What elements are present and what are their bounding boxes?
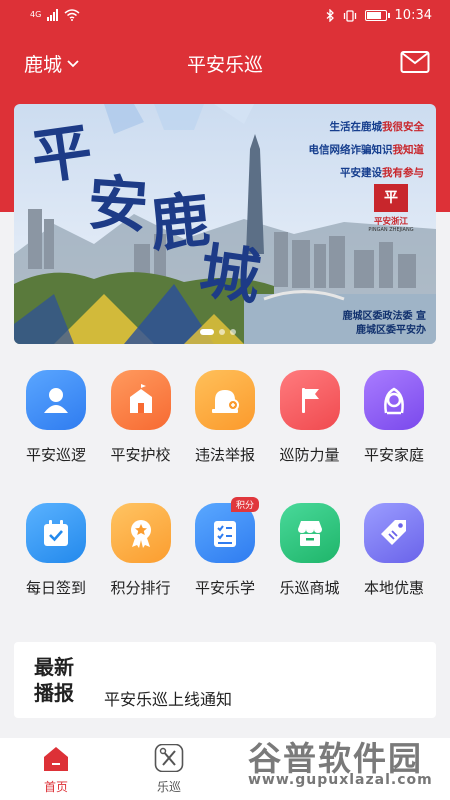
- status-bar: 4G 10:34: [0, 0, 450, 36]
- bluetooth-icon: [326, 9, 334, 22]
- banner-credit: 鹿城区委政法委 宣 鹿城区委平安办: [342, 311, 426, 336]
- news-headline[interactable]: 平安乐巡上线通知: [104, 686, 232, 710]
- feature-grid: 平安巡逻 平安护校 违法举报 巡防力量 平安家庭 每日签到 积分排行 平安乐学 …: [14, 370, 436, 598]
- family-icon: [384, 387, 404, 415]
- feature-ping-an-patrol[interactable]: 平安巡逻: [14, 370, 98, 465]
- page-title: 平安乐巡: [186, 54, 263, 76]
- feature-local-deals[interactable]: 本地优惠: [352, 503, 436, 598]
- banner-slogans: 生活在鹿城我很安全 电信网络诈骗知识我知道 平安建设我有参与: [308, 121, 425, 179]
- feature-safe-family[interactable]: 平安家庭: [352, 370, 436, 465]
- feature-row-1: 平安巡逻 平安护校 违法举报 巡防力量 平安家庭: [14, 370, 436, 465]
- checklist-icon: [214, 521, 236, 547]
- clock-time: 10:34: [394, 8, 432, 23]
- feature-lexun-mall[interactable]: 乐巡商城: [268, 503, 352, 598]
- patrol-person-icon: [44, 388, 68, 413]
- alarm-report-icon: [212, 390, 239, 413]
- medal-icon: [130, 520, 151, 548]
- shop-icon: [297, 521, 322, 546]
- app-header: 鹿城 平安乐巡: [0, 36, 450, 90]
- tab-home[interactable]: 首页: [21, 744, 91, 795]
- mail-icon[interactable]: [400, 50, 430, 74]
- feature-points-ranking[interactable]: 积分排行: [99, 503, 183, 598]
- tag-icon: [381, 520, 406, 545]
- wifi-icon: [64, 9, 80, 21]
- feature-illegal-report[interactable]: 违法举报: [183, 370, 267, 465]
- feature-safe-learning[interactable]: 平安乐学 积分: [183, 497, 267, 598]
- home-icon: [44, 747, 68, 771]
- latest-news-card[interactable]: 最新 播报 平安乐巡上线通知: [14, 642, 436, 718]
- flag-icon: [301, 388, 319, 413]
- school-icon: [129, 384, 152, 413]
- site-watermark: 谷普软件园 www.gupuxlazal.com: [248, 739, 433, 788]
- promo-banner[interactable]: 平 安 鹿 城 生活在鹿城我很安全 电信网络诈骗知识我知道 平安建设我有参与 平…: [14, 104, 436, 344]
- feature-daily-checkin[interactable]: 每日签到: [14, 503, 98, 598]
- feature-patrol-force[interactable]: 巡防力量: [268, 370, 352, 465]
- feature-school-protection[interactable]: 平安护校: [99, 370, 183, 465]
- tab-lexun[interactable]: 乐巡: [134, 743, 204, 795]
- pingan-zhejiang-logo: 平 平安浙江 PINGAN ZHEJIANG: [368, 184, 414, 233]
- calendar-check-icon: [44, 520, 68, 546]
- points-badge: 积分: [231, 497, 260, 512]
- battery-icon: [364, 10, 390, 21]
- carousel-indicator: [200, 329, 236, 335]
- feature-row-2: 每日签到 积分排行 平安乐学 积分 乐巡商城 本地优惠: [14, 497, 436, 598]
- news-label: 最新 播报: [34, 655, 74, 705]
- network-type: 4G: [30, 10, 42, 19]
- tools-icon: [154, 743, 184, 773]
- signal-icon: [47, 9, 59, 21]
- vibrate-icon: [343, 9, 356, 22]
